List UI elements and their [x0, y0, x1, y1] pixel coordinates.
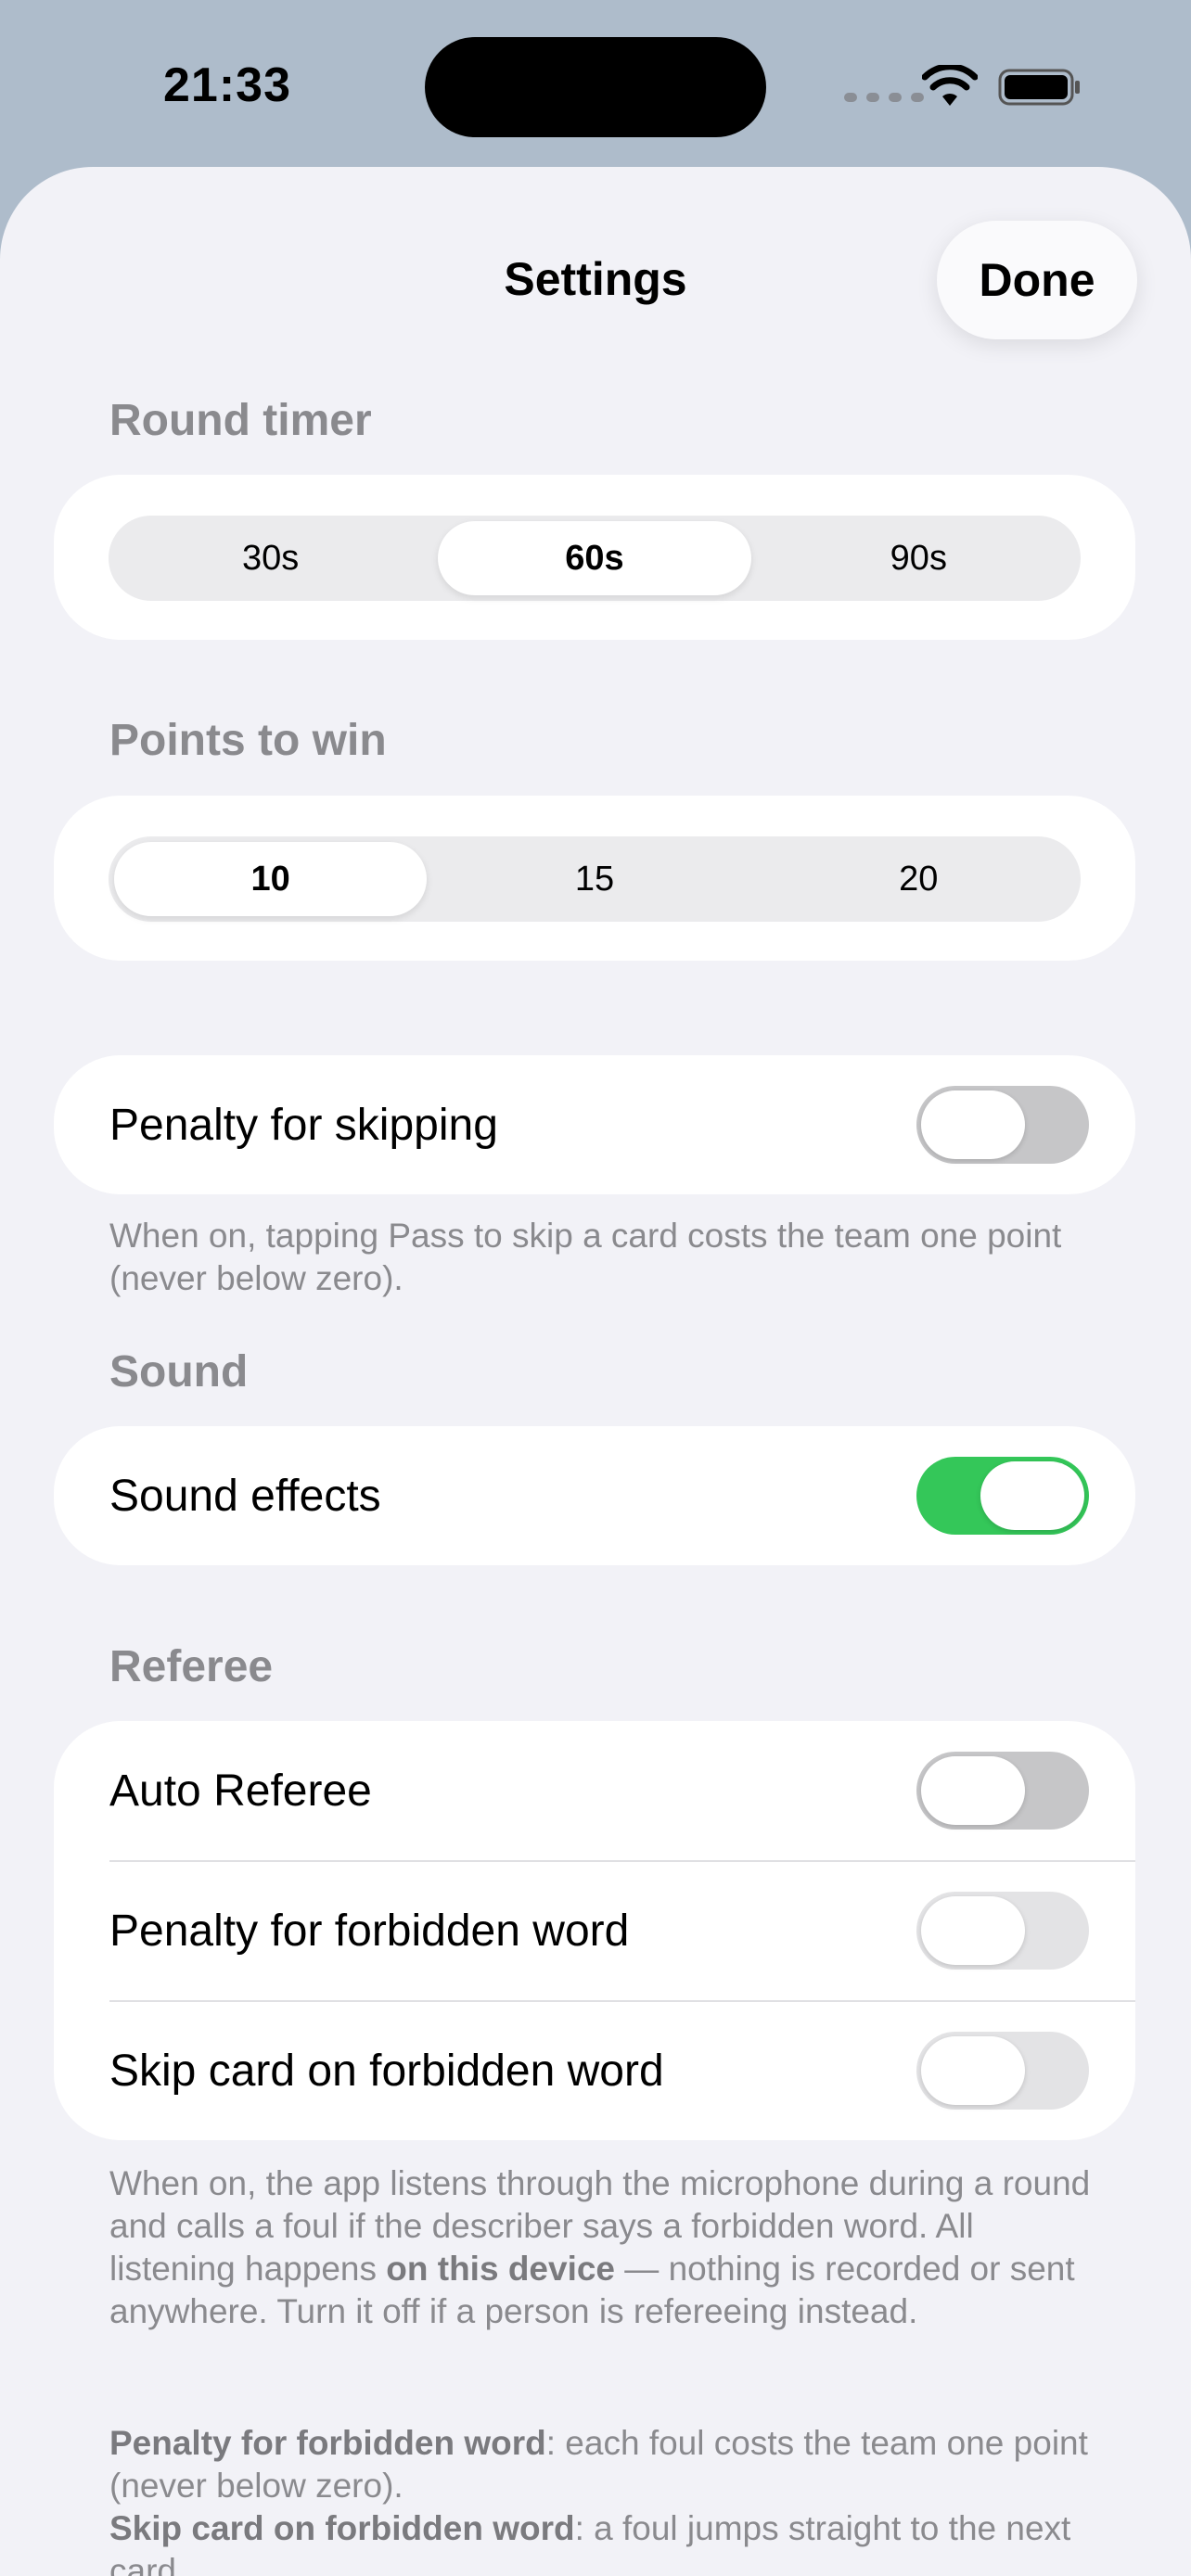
- toggle-knob: [921, 1756, 1025, 1825]
- sound-effects-row: Sound effects: [54, 1426, 1135, 1565]
- sound-card: Sound effects: [54, 1426, 1135, 1565]
- sound-effects-toggle[interactable]: [916, 1457, 1089, 1535]
- settings-sheet: Settings Done Round timer 30s 60s 90s Po…: [0, 167, 1191, 2576]
- penalty-skip-footnote: When on, tapping Pass to skip a card cos…: [109, 1217, 1062, 1297]
- referee-footnote: When on, the app listens through the mic…: [109, 2162, 1093, 2333]
- sound-header: Sound: [109, 1347, 249, 1396]
- toggle-knob: [921, 1896, 1025, 1965]
- skip-card-footnote-title: Skip card on forbidden word: [109, 2509, 575, 2547]
- skip-card-forbidden-row: Skip card on forbidden word: [54, 2001, 1135, 2140]
- referee-footnote-bold: on this device: [386, 2250, 616, 2288]
- points-to-win-header: Points to win: [109, 716, 387, 765]
- toggle-knob: [921, 2036, 1025, 2105]
- status-bar: 21:33: [0, 0, 1191, 167]
- points-option-20[interactable]: 20: [762, 842, 1075, 916]
- penalty-forbidden-row: Penalty for forbidden word: [54, 1861, 1135, 2000]
- toggle-knob: [980, 1461, 1084, 1530]
- dynamic-island: [425, 37, 766, 137]
- auto-referee-label: Auto Referee: [109, 1766, 372, 1816]
- referee-card: Auto Referee Penalty for forbidden word …: [54, 1721, 1135, 2140]
- referee-options-footnote: Penalty for forbidden word: each foul co…: [109, 2422, 1093, 2576]
- battery-icon: [998, 69, 1080, 106]
- skip-card-forbidden-label: Skip card on forbidden word: [109, 2046, 664, 2096]
- skip-card-forbidden-toggle[interactable]: [916, 2032, 1089, 2110]
- penalty-skip-card: Penalty for skipping: [54, 1055, 1135, 1194]
- penalty-forbidden-toggle[interactable]: [916, 1892, 1089, 1970]
- cellular-signal-icon: [844, 93, 924, 102]
- round-timer-option-90s[interactable]: 90s: [762, 521, 1075, 595]
- penalty-skip-toggle[interactable]: [916, 1086, 1089, 1164]
- wifi-icon: [922, 65, 978, 106]
- auto-referee-toggle[interactable]: [916, 1752, 1089, 1830]
- penalty-forbidden-label: Penalty for forbidden word: [109, 1906, 630, 1956]
- round-timer-segmented-control: 30s 60s 90s: [109, 516, 1081, 601]
- round-timer-header: Round timer: [109, 396, 372, 445]
- round-timer-option-60s[interactable]: 60s: [438, 521, 751, 595]
- done-button[interactable]: Done: [937, 221, 1137, 339]
- points-option-10[interactable]: 10: [114, 842, 428, 916]
- penalty-forbidden-footnote-title: Penalty for forbidden word: [109, 2424, 546, 2462]
- toggle-knob: [921, 1090, 1025, 1159]
- referee-header: Referee: [109, 1642, 274, 1691]
- penalty-skip-row: Penalty for skipping: [54, 1055, 1135, 1194]
- round-timer-option-30s[interactable]: 30s: [114, 521, 427, 595]
- auto-referee-row: Auto Referee: [54, 1721, 1135, 1860]
- round-timer-card: 30s 60s 90s: [54, 475, 1135, 640]
- sound-effects-label: Sound effects: [109, 1471, 381, 1521]
- points-to-win-segmented-control: 10 15 20: [109, 836, 1081, 922]
- status-time: 21:33: [163, 58, 291, 112]
- points-option-15[interactable]: 15: [438, 842, 750, 916]
- penalty-skip-label: Penalty for skipping: [109, 1100, 498, 1150]
- points-to-win-card: 10 15 20: [54, 796, 1135, 961]
